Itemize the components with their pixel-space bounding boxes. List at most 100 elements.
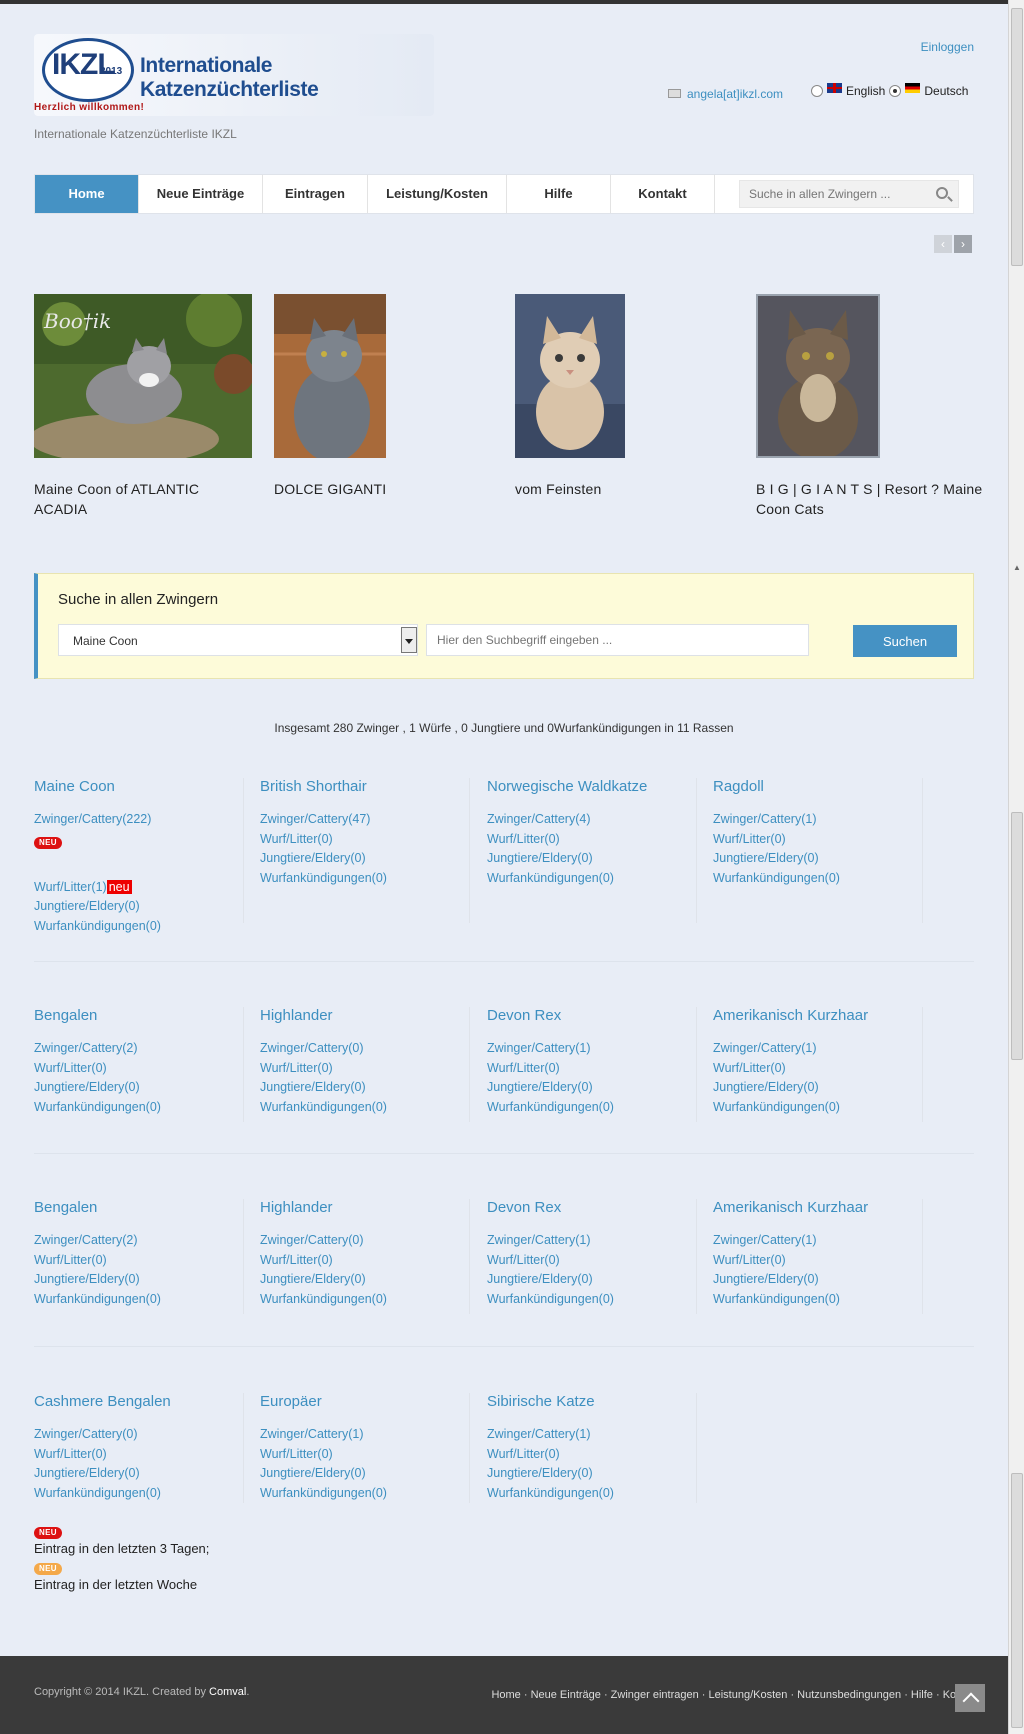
breed-title[interactable]: Maine Coon	[34, 778, 243, 795]
email-link[interactable]: angela[at]ikzl.com	[668, 87, 783, 101]
cattery-link[interactable]: Zwinger/Cattery(1)	[713, 1231, 922, 1251]
eldery-link[interactable]: Jungtiere/Eldery(0)	[34, 1078, 243, 1098]
announcements-link[interactable]: Wurfankündigungen(0)	[487, 1290, 696, 1310]
litter-link[interactable]: Wurf/Litter(0)	[260, 1251, 469, 1271]
eldery-link[interactable]: Jungtiere/Eldery(0)	[487, 1078, 696, 1098]
eldery-link[interactable]: Jungtiere/Eldery(0)	[713, 849, 922, 869]
announcements-link[interactable]: Wurfankündigungen(0)	[260, 1484, 469, 1504]
litter-link[interactable]: Wurf/Litter(0)	[34, 1059, 243, 1079]
cattery-link[interactable]: Zwinger/Cattery(2)	[34, 1231, 243, 1251]
cat-photo[interactable]	[515, 294, 625, 458]
scrollbar-thumb[interactable]	[1011, 812, 1023, 1060]
breed-title[interactable]: Highlander	[260, 1007, 469, 1024]
breed-select[interactable]: Maine Coon	[58, 624, 418, 656]
cattery-link[interactable]: Zwinger/Cattery(1)	[713, 810, 922, 830]
litter-link[interactable]: Wurf/Litter(0)	[34, 1445, 243, 1465]
breed-title[interactable]: Ragdoll	[713, 778, 922, 795]
litter-link[interactable]: Wurf/Litter(1) neu	[34, 878, 243, 898]
announcements-link[interactable]: Wurfankündigungen(0)	[487, 869, 696, 889]
cattery-link[interactable]: Zwinger/Cattery(1)	[487, 1425, 696, 1445]
footer-links[interactable]: Home · Neue Einträge · Zwinger eintragen…	[480, 1686, 980, 1704]
breed-title[interactable]: Amerikanisch Kurzhaar	[713, 1007, 922, 1024]
eldery-link[interactable]: Jungtiere/Eldery(0)	[487, 849, 696, 869]
login-link[interactable]: Einloggen	[921, 40, 974, 54]
litter-link[interactable]: Wurf/Litter(0)	[713, 830, 922, 850]
slider-prev-button[interactable]: ‹	[934, 235, 952, 253]
litter-link[interactable]: Wurf/Litter(0)	[260, 1059, 469, 1079]
eldery-link[interactable]: Jungtiere/Eldery(0)	[34, 897, 243, 917]
eldery-link[interactable]: Jungtiere/Eldery(0)	[713, 1078, 922, 1098]
litter-link[interactable]: Wurf/Litter(0)	[260, 830, 469, 850]
cat-photo[interactable]	[756, 294, 880, 458]
nav-eintragen[interactable]: Eintragen	[263, 175, 368, 213]
announcements-link[interactable]: Wurfankündigungen(0)	[713, 1290, 922, 1310]
radio-english[interactable]	[811, 85, 823, 97]
scrollbar-thumb[interactable]	[1011, 8, 1023, 266]
breed-title[interactable]: British Shorthair	[260, 778, 469, 795]
scroll-arrow-icon[interactable]: ▲	[1011, 562, 1023, 574]
announcements-link[interactable]: Wurfankündigungen(0)	[34, 917, 243, 937]
breed-title[interactable]: Cashmere Bengalen	[34, 1393, 243, 1410]
cattery-link[interactable]: Zwinger/Cattery(0)	[260, 1039, 469, 1059]
announcements-link[interactable]: Wurfankündigungen(0)	[260, 1098, 469, 1118]
breed-title[interactable]: Norwegische Waldkatze	[487, 778, 696, 795]
breed-title[interactable]: Europäer	[260, 1393, 469, 1410]
breed-title[interactable]: Amerikanisch Kurzhaar	[713, 1199, 922, 1216]
announcements-link[interactable]: Wurfankündigungen(0)	[34, 1290, 243, 1310]
litter-link[interactable]: Wurf/Litter(0)	[487, 830, 696, 850]
featured-title[interactable]: Maine Coon of ATLANTIC ACADIA	[34, 479, 252, 519]
cattery-link[interactable]: Zwinger/Cattery(1)	[487, 1039, 696, 1059]
announcements-link[interactable]: Wurfankündigungen(0)	[713, 869, 922, 889]
cattery-link[interactable]: Zwinger/Cattery(1)	[713, 1039, 922, 1059]
litter-link[interactable]: Wurf/Litter(0)	[487, 1445, 696, 1465]
announcements-link[interactable]: Wurfankündigungen(0)	[34, 1484, 243, 1504]
nav-neue-eintraege[interactable]: Neue Einträge	[139, 175, 263, 213]
featured-title[interactable]: DOLCE GIGANTI	[274, 479, 492, 499]
eldery-link[interactable]: Jungtiere/Eldery(0)	[260, 1464, 469, 1484]
breed-title[interactable]: Sibirische Katze	[487, 1393, 696, 1410]
creator-link[interactable]: Comval	[209, 1686, 246, 1698]
cat-photo[interactable]	[274, 294, 386, 458]
featured-title[interactable]: vom Feinsten	[515, 479, 733, 499]
search-icon[interactable]	[936, 187, 948, 199]
eldery-link[interactable]: Jungtiere/Eldery(0)	[487, 1464, 696, 1484]
cat-photo[interactable]: Boo†ik	[34, 294, 252, 458]
search-term-input[interactable]	[426, 624, 809, 656]
radio-deutsch[interactable]	[889, 85, 902, 97]
announcements-link[interactable]: Wurfankündigungen(0)	[487, 1098, 696, 1118]
featured-title[interactable]: B I G | G I A N T S | Resort ? Maine Coo…	[756, 479, 986, 519]
eldery-link[interactable]: Jungtiere/Eldery(0)	[34, 1464, 243, 1484]
cattery-link[interactable]: Zwinger/Cattery(1)	[487, 1231, 696, 1251]
breed-title[interactable]: Bengalen	[34, 1199, 243, 1216]
nav-leistung-kosten[interactable]: Leistung/Kosten	[368, 175, 507, 213]
back-to-top-button[interactable]	[955, 1684, 985, 1712]
breed-title[interactable]: Devon Rex	[487, 1199, 696, 1216]
litter-link[interactable]: Wurf/Litter(0)	[713, 1251, 922, 1271]
eldery-link[interactable]: Jungtiere/Eldery(0)	[487, 1270, 696, 1290]
lang-english-label[interactable]: English	[846, 84, 885, 98]
cattery-link[interactable]: Zwinger/Cattery(0)	[34, 1425, 243, 1445]
announcements-link[interactable]: Wurfankündigungen(0)	[34, 1098, 243, 1118]
cattery-link[interactable]: Zwinger/Cattery(222)	[34, 810, 243, 830]
nav-home[interactable]: Home	[35, 175, 139, 213]
breed-title[interactable]: Devon Rex	[487, 1007, 696, 1024]
announcements-link[interactable]: Wurfankündigungen(0)	[260, 869, 469, 889]
breed-title[interactable]: Highlander	[260, 1199, 469, 1216]
announcements-link[interactable]: Wurfankündigungen(0)	[260, 1290, 469, 1310]
slider-next-button[interactable]: ›	[954, 235, 972, 253]
litter-link[interactable]: Wurf/Litter(0)	[713, 1059, 922, 1079]
eldery-link[interactable]: Jungtiere/Eldery(0)	[34, 1270, 243, 1290]
scrollbar-thumb[interactable]	[1011, 1473, 1023, 1728]
eldery-link[interactable]: Jungtiere/Eldery(0)	[713, 1270, 922, 1290]
litter-link[interactable]: Wurf/Litter(0)	[34, 1251, 243, 1271]
nav-kontakt[interactable]: Kontakt	[611, 175, 715, 213]
litter-link[interactable]: Wurf/Litter(0)	[487, 1251, 696, 1271]
eldery-link[interactable]: Jungtiere/Eldery(0)	[260, 1078, 469, 1098]
eldery-link[interactable]: Jungtiere/Eldery(0)	[260, 1270, 469, 1290]
announcements-link[interactable]: Wurfankündigungen(0)	[487, 1484, 696, 1504]
lang-deutsch-label[interactable]: Deutsch	[924, 84, 968, 98]
site-logo[interactable]: IKZL 2013 Internationale Katzenzüchterli…	[34, 34, 434, 116]
announcements-link[interactable]: Wurfankündigungen(0)	[713, 1098, 922, 1118]
cattery-link[interactable]: Zwinger/Cattery(0)	[260, 1231, 469, 1251]
search-submit-button[interactable]: Suchen	[853, 625, 957, 657]
